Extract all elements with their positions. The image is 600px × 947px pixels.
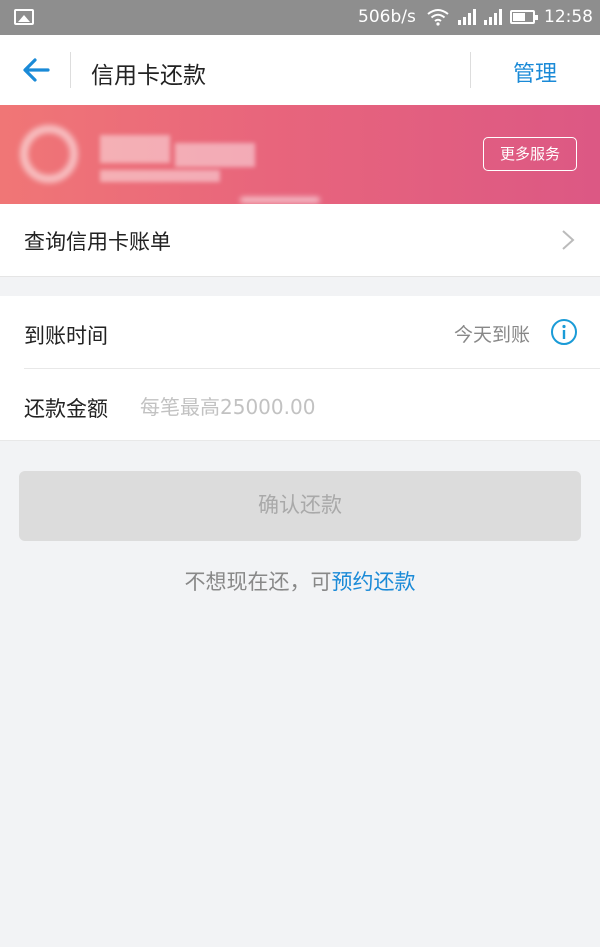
- arrival-time-value: 今天到账: [454, 324, 531, 346]
- amount-input[interactable]: [140, 391, 580, 423]
- arrival-time-label: 到账时间: [24, 324, 108, 348]
- image-icon: [14, 9, 34, 25]
- more-services-button[interactable]: 更多服务: [483, 137, 577, 171]
- manage-button[interactable]: 管理: [513, 56, 557, 88]
- blurred-text: [100, 135, 170, 163]
- query-bill-label: 查询信用卡账单: [24, 230, 171, 254]
- page-title: 信用卡还款: [91, 63, 206, 89]
- blurred-text: [240, 197, 320, 203]
- query-bill-row[interactable]: 查询信用卡账单: [0, 204, 600, 276]
- wifi-icon: [427, 9, 449, 26]
- schedule-prefix-text: 不想现在还，可: [184, 570, 332, 594]
- signal-icon: [484, 9, 504, 25]
- clock: 12:58: [544, 7, 593, 27]
- schedule-payment-link[interactable]: 预约还款: [332, 570, 416, 594]
- divider: [24, 368, 600, 369]
- divider: [470, 52, 471, 88]
- blurred-text: [100, 170, 220, 182]
- back-arrow-icon[interactable]: [18, 52, 54, 88]
- divider: [70, 52, 71, 88]
- status-bar: 506b/s 12:58: [0, 0, 600, 35]
- navigation-bar: 信用卡还款 管理: [0, 35, 600, 105]
- bank-logo-blurred: [20, 125, 78, 183]
- amount-label: 还款金额: [24, 397, 108, 421]
- divider: [0, 276, 600, 277]
- schedule-payment-line: 不想现在还，可预约还款: [0, 566, 600, 596]
- network-speed: 506b/s: [358, 7, 416, 27]
- chevron-right-icon: [562, 230, 575, 250]
- battery-icon: [510, 10, 538, 24]
- blurred-text: [175, 143, 255, 167]
- info-icon[interactable]: [550, 318, 578, 346]
- divider: [0, 440, 600, 441]
- signal-icon: [458, 9, 478, 25]
- confirm-payment-button[interactable]: 确认还款: [19, 471, 581, 541]
